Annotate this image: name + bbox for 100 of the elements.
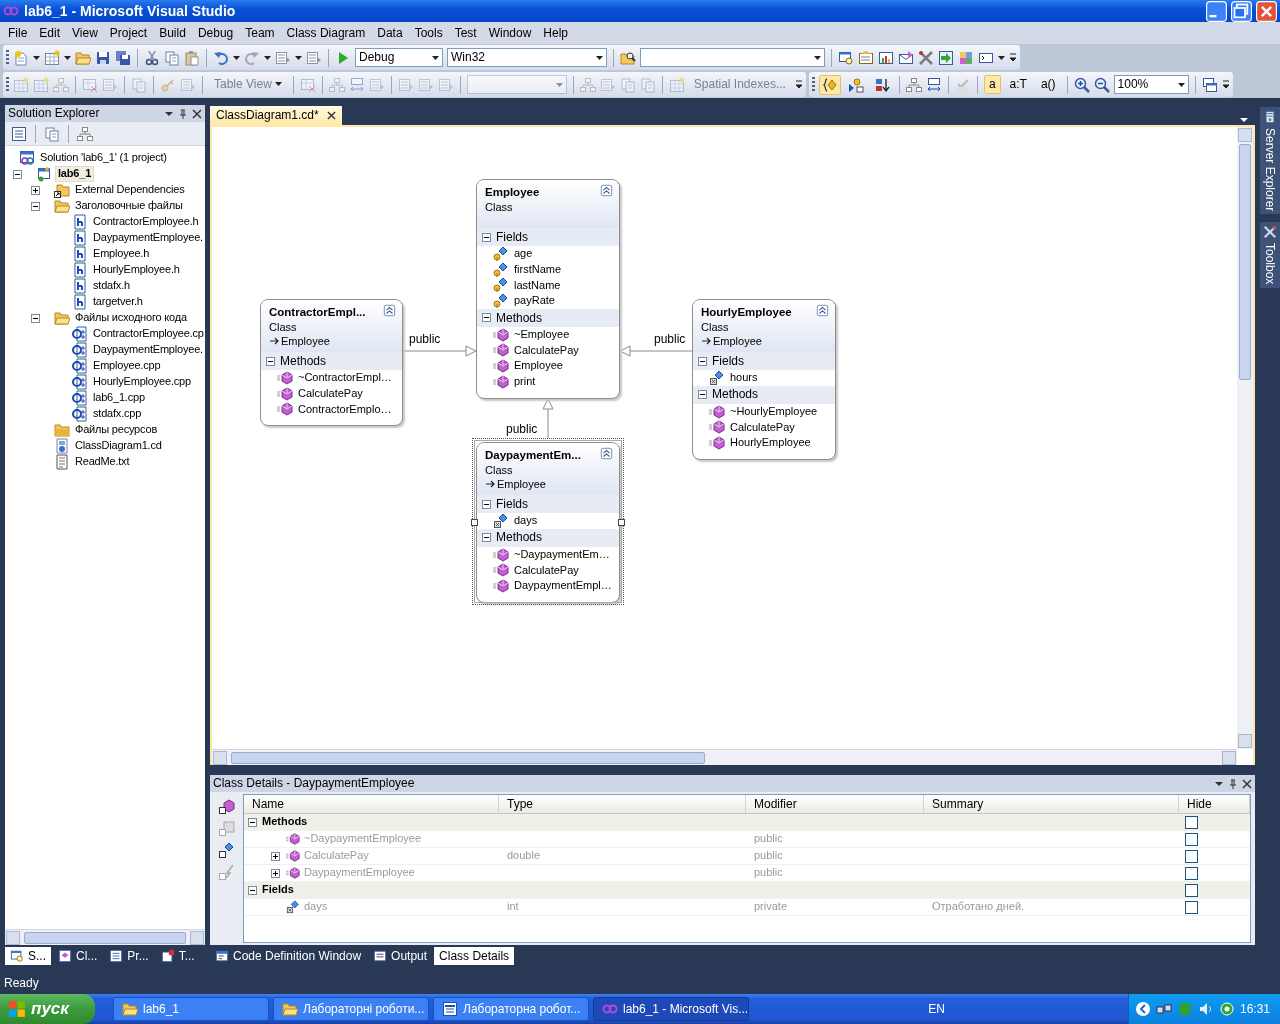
collapse-icon[interactable] (31, 313, 40, 323)
collapse-icon[interactable] (482, 533, 491, 543)
tools-icon[interactable] (918, 49, 934, 66)
toolbar-button[interactable]: a:T (1004, 75, 1032, 94)
collapse-icon[interactable] (31, 201, 40, 211)
dropdown-field[interactable]: 100% (1113, 75, 1189, 94)
collapse-icon[interactable] (383, 304, 396, 317)
expand-icon[interactable] (31, 185, 40, 195)
envelope-icon[interactable] (898, 49, 914, 66)
tree-item[interactable]: stdafx.h (91, 279, 132, 293)
member-name[interactable]: ~Employee (514, 328, 570, 342)
column-header[interactable]: Modifier (746, 795, 924, 813)
checkbox[interactable] (1185, 867, 1198, 881)
menu-item[interactable]: Window (482, 23, 538, 43)
grid-icon[interactable] (44, 49, 60, 66)
tree-item[interactable]: Solution 'lab6_1' (1 project) (38, 151, 169, 165)
scrollbar[interactable] (212, 749, 1237, 765)
inheritance-arrow[interactable] (542, 398, 554, 439)
dropdown-field[interactable]: Debug (355, 48, 443, 67)
resize-handle[interactable] (471, 518, 478, 526)
dropdown-icon[interactable] (233, 55, 240, 60)
document-tab[interactable]: ClassDiagram1.cd* (210, 106, 342, 125)
side-tab[interactable]: Server Explorer (1260, 107, 1280, 215)
close-button[interactable] (1256, 0, 1277, 22)
tree-item[interactable]: HourlyEmployee.h (91, 263, 182, 277)
member-name[interactable]: ~DaypaymentEm… (514, 547, 610, 562)
member-name[interactable]: DaypaymentEmpl… (514, 579, 612, 593)
dropdown-icon[interactable] (264, 55, 271, 60)
tree-item[interactable]: DaypaymentEmployee. (91, 343, 205, 357)
taskbar-button[interactable]: Лабораторна робот... (433, 997, 589, 1021)
tiles-icon[interactable] (958, 49, 974, 66)
menu-item[interactable]: Debug (191, 23, 240, 43)
tree-item[interactable]: HourlyEmployee.cpp (91, 375, 193, 389)
class-shape[interactable]: DaypaymentEm... Class Employee Fields days Methods ~DaypaymentEm… CalculatePay DaypaymentEmpl… (476, 442, 620, 603)
taskbar-button[interactable]: lab6_1 (113, 997, 269, 1021)
pin-icon[interactable] (1228, 778, 1238, 789)
collapse-icon[interactable] (600, 184, 613, 197)
new-field-icon[interactable] (218, 842, 235, 858)
close-icon[interactable] (326, 111, 336, 120)
member-name[interactable]: Employee (514, 359, 563, 373)
arrowbox-icon[interactable] (938, 49, 954, 66)
floppy-icon[interactable] (95, 49, 111, 66)
resize-handle[interactable] (618, 518, 625, 526)
tree-item[interactable]: lab6_1 (55, 166, 95, 182)
expand-tray-icon[interactable] (1134, 1001, 1151, 1017)
member-name[interactable]: hours (730, 371, 758, 385)
start-button[interactable]: пуск (0, 994, 95, 1024)
menu-item[interactable]: Team (239, 23, 281, 43)
tree-item[interactable]: Employee.h (91, 247, 152, 261)
member-name[interactable]: lastName (514, 278, 561, 292)
menu-item[interactable]: File (2, 23, 34, 43)
taskbar-button[interactable]: Лабораторні роботи... (273, 997, 429, 1021)
member-name[interactable]: CalculatePay (730, 420, 795, 434)
windows2-icon[interactable] (1201, 76, 1218, 93)
column-header[interactable]: Hide (1179, 795, 1250, 813)
menu-item[interactable]: Class Diagram (280, 23, 372, 43)
card-icon[interactable] (858, 49, 874, 66)
inheritance-arrow[interactable] (402, 345, 477, 357)
zoomin-icon[interactable] (1073, 76, 1090, 93)
menu-item[interactable]: Data (371, 23, 409, 43)
collapse-icon[interactable] (600, 447, 613, 460)
tree-item[interactable]: Файлы ресурсов (73, 423, 160, 437)
tree-item[interactable]: Employee.cpp (91, 359, 163, 373)
tree-item[interactable]: DaypaymentEmployee. (91, 231, 205, 245)
floppies-icon[interactable] (115, 49, 131, 66)
collapse-icon[interactable] (482, 313, 491, 323)
checkbox[interactable] (1185, 850, 1198, 864)
menu-item[interactable]: Build (153, 23, 192, 43)
taskbar-button[interactable]: lab6_1 - Microsoft Vis... (593, 997, 749, 1021)
language-indicator[interactable]: EN (928, 1001, 945, 1017)
column-header[interactable]: Type (499, 795, 746, 813)
checkbox[interactable] (1185, 884, 1198, 898)
collapse-icon[interactable] (248, 817, 257, 827)
inheritance-arrow[interactable] (619, 345, 693, 357)
class-shape[interactable]: Employee Class Fields age firstName lastName payRate Methods ~Employee CalculatePay Employee print (476, 179, 620, 399)
collapse-icon[interactable] (816, 304, 829, 317)
scrollbar[interactable] (5, 929, 205, 945)
show-all-files-icon[interactable] (44, 125, 60, 142)
panel-tab[interactable]: S... (5, 947, 51, 965)
collapse-icon[interactable] (482, 232, 491, 242)
member-name[interactable]: CalculatePay (514, 343, 579, 357)
side-tab[interactable]: Toolbox (1260, 222, 1280, 288)
class-shape[interactable]: ContractorEmpl... Class Employee Methods ~ContractorEmpl… CalculatePay ContractorEmplo… (260, 299, 403, 427)
panel-tab[interactable]: Output (368, 947, 433, 965)
dropdown-icon[interactable] (998, 55, 1005, 60)
member-name[interactable]: ContractorEmplo… (298, 402, 392, 416)
zoomout-icon[interactable] (1093, 76, 1110, 93)
scrollbar[interactable] (1237, 127, 1253, 749)
paste-icon[interactable] (184, 49, 200, 66)
member-name[interactable]: ~ContractorEmpl… (298, 371, 392, 385)
panel-tab[interactable]: Cl... (53, 947, 103, 965)
class-diagram-icon[interactable] (77, 125, 93, 142)
column-header[interactable]: Name (244, 795, 499, 813)
member-name[interactable]: age (514, 247, 533, 261)
expand-icon[interactable] (271, 868, 280, 878)
tree-item[interactable]: Заголовочные файлы (73, 199, 185, 213)
dropdown-icon[interactable] (33, 55, 40, 60)
tree-item[interactable]: ClassDiagram1.cd (73, 439, 164, 453)
pin-icon[interactable] (178, 108, 188, 119)
tree-item[interactable]: targetver.h (91, 295, 145, 309)
